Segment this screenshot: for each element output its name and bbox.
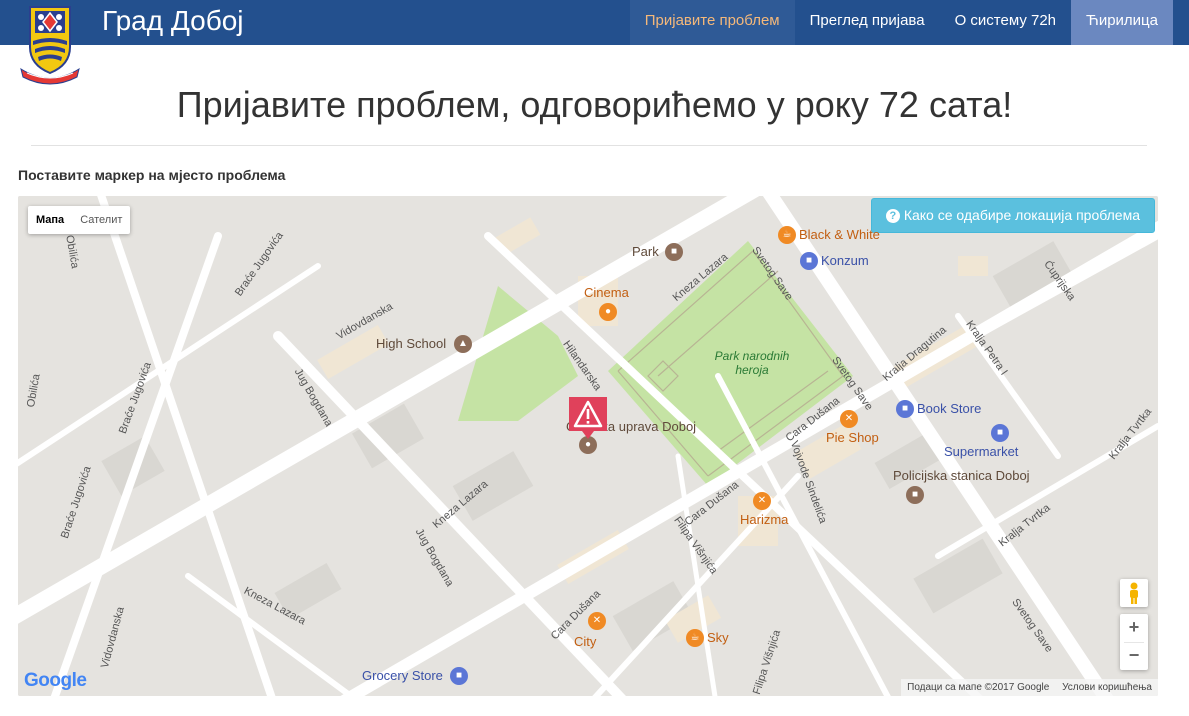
poi-label: Grocery Store [362, 668, 443, 683]
problem-marker-icon[interactable] [568, 396, 608, 440]
poi-label: City [574, 634, 597, 649]
restaurant-icon[interactable]: ✕ [753, 492, 771, 510]
main-nav: Пријавите проблем Преглед пријава О сист… [629, 0, 1173, 45]
school-icon[interactable]: ▲ [454, 335, 472, 353]
map-type-map[interactable]: Мапа [28, 206, 72, 234]
book-store-icon[interactable]: ■ [896, 400, 914, 418]
map-type-satellite[interactable]: Сателит [72, 206, 130, 234]
map-canvas[interactable]: Мапа Сателит ? Како се одабире локација п… [18, 196, 1158, 696]
divider [31, 145, 1147, 146]
google-logo-text: Google [24, 670, 87, 691]
poi-label: High School [376, 336, 447, 351]
restaurant-icon[interactable]: ✕ [840, 410, 858, 428]
poi-label: Park narodnih heroja [714, 349, 790, 377]
location-help-label: Како се одабире локација проблема [903, 207, 1140, 223]
poi-label: Harizma [740, 512, 789, 527]
zoom-in-button[interactable]: + [1120, 614, 1148, 642]
cinema-icon[interactable]: ● [599, 303, 617, 321]
zoom-control: + − [1120, 614, 1148, 670]
poi-label: Policijska stanica Doboj [893, 468, 1030, 483]
cart-icon[interactable]: ■ [450, 667, 468, 685]
nav-report-problem[interactable]: Пријавите проблем [629, 0, 795, 45]
street-view-pegman-icon[interactable] [1120, 579, 1148, 607]
hotel-icon[interactable]: ■ [665, 243, 683, 261]
question-circle-icon: ? [885, 209, 900, 223]
page-title: Пријавите проблем, одговорићемо у року 7… [176, 84, 1013, 125]
cafe-icon[interactable]: ☕ [778, 226, 796, 244]
location-help-button[interactable]: ? Како се одабире локација проблема [870, 198, 1155, 233]
cafe-icon[interactable]: ☕ [686, 629, 704, 647]
nav-view-reports[interactable]: Преглед пријава [795, 0, 940, 45]
police-icon[interactable]: ■ [906, 486, 924, 504]
poi-label: Pie Shop [826, 430, 879, 445]
terms-of-use-link[interactable]: Услови коришћења [1062, 682, 1152, 693]
poi-label: Sky [707, 630, 729, 645]
google-logo[interactable]: Google [24, 670, 87, 692]
zoom-out-button[interactable]: − [1120, 642, 1148, 670]
map-data-attribution: Подаци са мапе ©2017 Google [907, 682, 1050, 693]
map-type-control: Мапа Сателит [28, 206, 131, 234]
cart-icon[interactable]: ■ [991, 424, 1009, 442]
city-coat-of-arms-icon[interactable] [17, 3, 83, 85]
language-toggle[interactable]: Ћирилица [1071, 0, 1173, 45]
poi-label: Park [632, 244, 659, 259]
poi-label: Konzum [821, 253, 869, 268]
poi-label: Supermarket [944, 444, 1019, 459]
brand-title[interactable]: Град Добој [102, 3, 244, 39]
map-instruction: Поставите маркер на мјесто проблема [18, 167, 286, 183]
pegman-icon [1130, 582, 1138, 604]
poi-label: Cinema [584, 285, 629, 300]
shopping-bag-icon[interactable]: ■ [800, 252, 818, 270]
restaurant-icon[interactable]: ✕ [588, 612, 606, 630]
zoom-separator [1124, 642, 1144, 643]
map-attribution: Подаци са мапе ©2017 Google Услови кориш… [901, 679, 1158, 696]
top-navbar: Град Добој Пријавите проблем Преглед при… [0, 0, 1189, 45]
poi-label: Book Store [917, 401, 982, 416]
poi-label: Black & White [799, 227, 880, 242]
nav-about-system[interactable]: О систему 72h [940, 0, 1071, 45]
